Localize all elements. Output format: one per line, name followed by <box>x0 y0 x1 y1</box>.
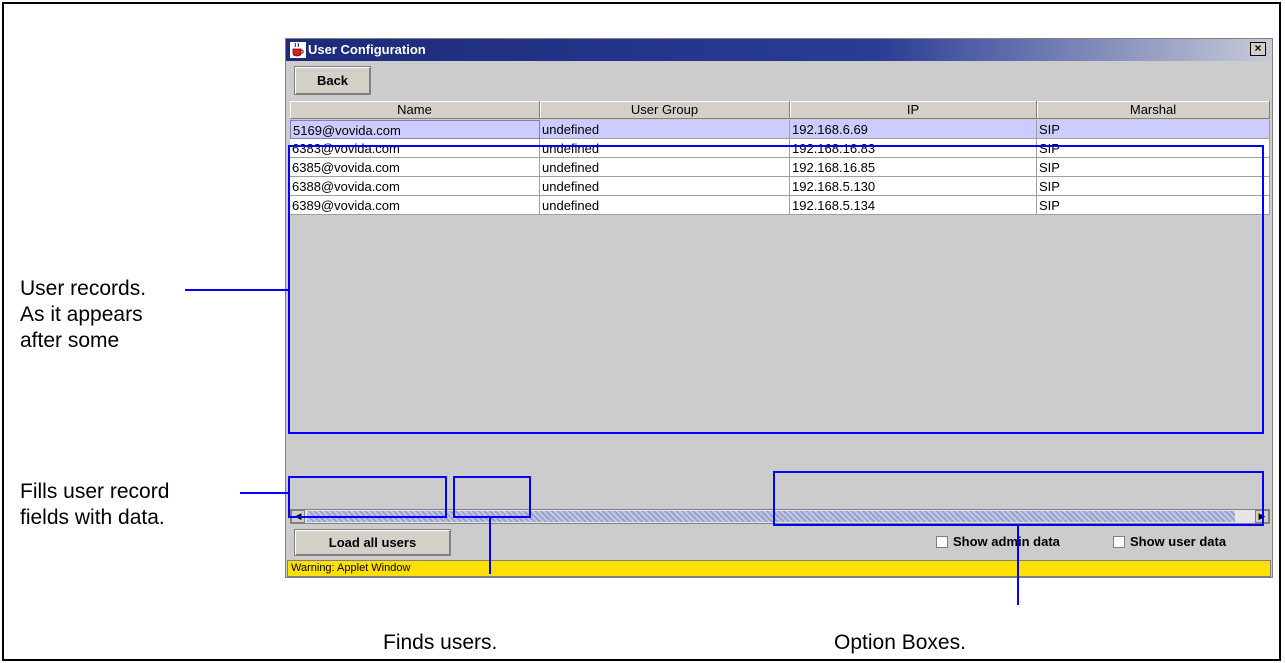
show-user-data-label: Show user data <box>1130 534 1227 549</box>
checkbox-box[interactable] <box>1113 536 1125 548</box>
fills-annotation-line: Fills user record <box>20 480 170 503</box>
checkbox-box[interactable] <box>936 536 948 548</box>
applet-warning-bar: Warning: Applet Window <box>287 560 1271 577</box>
java-cup-icon <box>290 42 306 58</box>
fills-leader-line <box>240 492 290 494</box>
records-annotation-line: As it appears <box>20 303 143 326</box>
options-leader-line <box>1017 526 1019 605</box>
show-admin-data-checkbox[interactable]: Show admin data <box>936 534 1060 549</box>
records-leader-line <box>185 289 289 291</box>
cell-user-group: undefined <box>540 120 790 139</box>
column-header-marshal[interactable]: Marshal <box>1037 101 1270 119</box>
window-title: User Configuration <box>308 42 426 57</box>
cell-name: 5169@vovida.com <box>290 120 540 139</box>
finds-annotation: Finds users. <box>383 631 498 654</box>
finds-leader-line <box>489 516 491 574</box>
column-header-ip[interactable]: IP <box>790 101 1037 119</box>
back-button[interactable]: Back <box>294 66 371 95</box>
fills-annotation-line: fields with data. <box>20 506 165 529</box>
table-row[interactable]: 5169@vovida.com undefined 192.168.6.69 S… <box>290 120 1270 139</box>
show-admin-data-label: Show admin data <box>953 534 1060 549</box>
records-annotation-line: after some <box>20 329 120 352</box>
table-header: Name User Group IP Marshal <box>290 101 1270 119</box>
records-annotation: User records. As it appears after some <box>20 276 146 354</box>
cell-marshal: SIP <box>1037 120 1270 139</box>
finds-highlight-box <box>453 476 531 518</box>
show-user-data-checkbox[interactable]: Show user data <box>1113 534 1226 549</box>
options-highlight-box <box>773 471 1264 526</box>
fills-annotation: Fills user record fields with data. <box>20 479 169 531</box>
column-header-name[interactable]: Name <box>290 101 540 119</box>
column-header-user-group[interactable]: User Group <box>540 101 790 119</box>
options-annotation: Option Boxes. <box>834 631 966 654</box>
cell-ip: 192.168.6.69 <box>790 120 1037 139</box>
close-icon[interactable]: × <box>1250 42 1266 56</box>
title-bar[interactable]: User Configuration × <box>286 39 1272 61</box>
fills-highlight-box <box>288 476 447 518</box>
records-highlight-box <box>288 145 1264 434</box>
records-annotation-line: User records. <box>20 277 147 300</box>
load-all-users-button[interactable]: Load all users <box>294 529 451 556</box>
